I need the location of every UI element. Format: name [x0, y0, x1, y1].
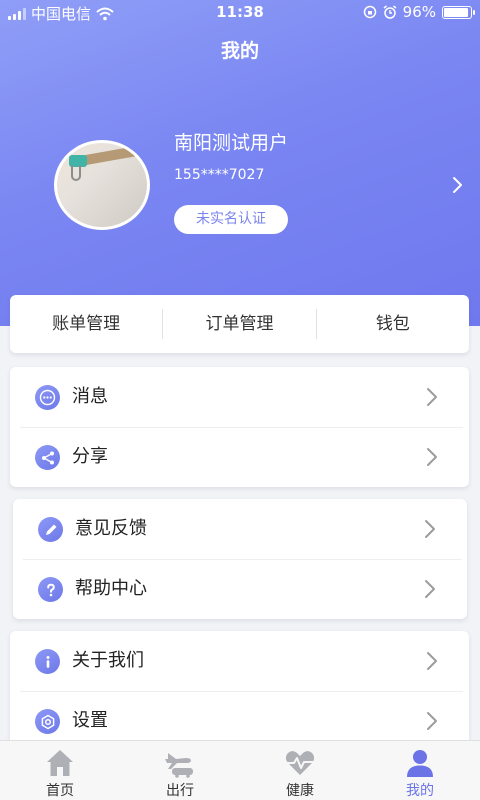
chevron-right-icon [427, 712, 437, 730]
chevron-right-icon [427, 448, 437, 466]
tab-health[interactable]: 健康 [240, 741, 360, 800]
chevron-right-icon [425, 520, 435, 538]
help-icon [38, 577, 63, 602]
phone-number: 155****7027 [174, 167, 265, 183]
menu-item-label: 消息 [72, 386, 108, 407]
menu-item-share[interactable]: 分享 [10, 427, 469, 487]
health-icon [285, 751, 315, 775]
menu-item-messages[interactable]: 消息 [10, 367, 469, 427]
page-title: 我的 [220, 40, 259, 62]
status-right: 96% [363, 3, 475, 21]
quick-actions-card: 账单管理 订单管理 钱包 [10, 295, 469, 353]
username: 南阳测试用户 [174, 132, 289, 154]
menu-item-label: 分享 [72, 446, 108, 467]
menu-group-messages: 消息 分享 [10, 367, 469, 487]
chevron-right-icon [425, 580, 435, 598]
orientation-lock-icon [363, 5, 376, 19]
profile-chevron-right-icon[interactable] [449, 176, 465, 194]
menu-item-help-center[interactable]: 帮助中心 [13, 559, 467, 619]
menu-item-feedback[interactable]: 意见反馈 [13, 499, 467, 559]
chevron-right-icon [427, 388, 437, 406]
message-icon [35, 385, 60, 410]
tab-label: 出行 [166, 783, 194, 799]
chevron-right-icon [427, 652, 437, 670]
battery-percent: 96% [402, 3, 436, 21]
tab-profile[interactable]: 我的 [360, 741, 480, 800]
menu-group-about: 关于我们 设置 [10, 631, 469, 751]
bottom-tab-bar: 首页 出行 健康 我的 [0, 740, 480, 800]
menu-item-label: 帮助中心 [75, 578, 147, 599]
tab-label: 健康 [286, 783, 314, 799]
battery-icon [442, 5, 475, 19]
order-management-button[interactable]: 订单管理 [163, 295, 315, 353]
menu-group-support: 意见反馈 帮助中心 [13, 499, 467, 619]
profile-icon [407, 750, 433, 777]
settings-icon [35, 709, 60, 734]
menu-item-label: 关于我们 [72, 650, 144, 671]
menu-item-label: 意见反馈 [75, 518, 147, 539]
alarm-icon [383, 5, 397, 19]
tab-label: 我的 [406, 783, 434, 799]
home-icon [47, 750, 73, 776]
tab-label: 首页 [46, 783, 74, 799]
status-bar: 中国电信 11:38 96% [0, 0, 480, 26]
bill-management-button[interactable]: 账单管理 [10, 295, 162, 353]
verify-identity-button[interactable]: 未实名认证 [174, 205, 288, 234]
avatar[interactable] [54, 140, 150, 230]
share-icon [35, 445, 60, 470]
edit-icon [38, 517, 63, 542]
info-icon [35, 649, 60, 674]
travel-icon [165, 753, 193, 778]
tab-home[interactable]: 首页 [0, 741, 120, 800]
menu-item-about-us[interactable]: 关于我们 [10, 631, 469, 691]
tab-travel[interactable]: 出行 [120, 741, 240, 800]
wallet-button[interactable]: 钱包 [317, 295, 469, 353]
